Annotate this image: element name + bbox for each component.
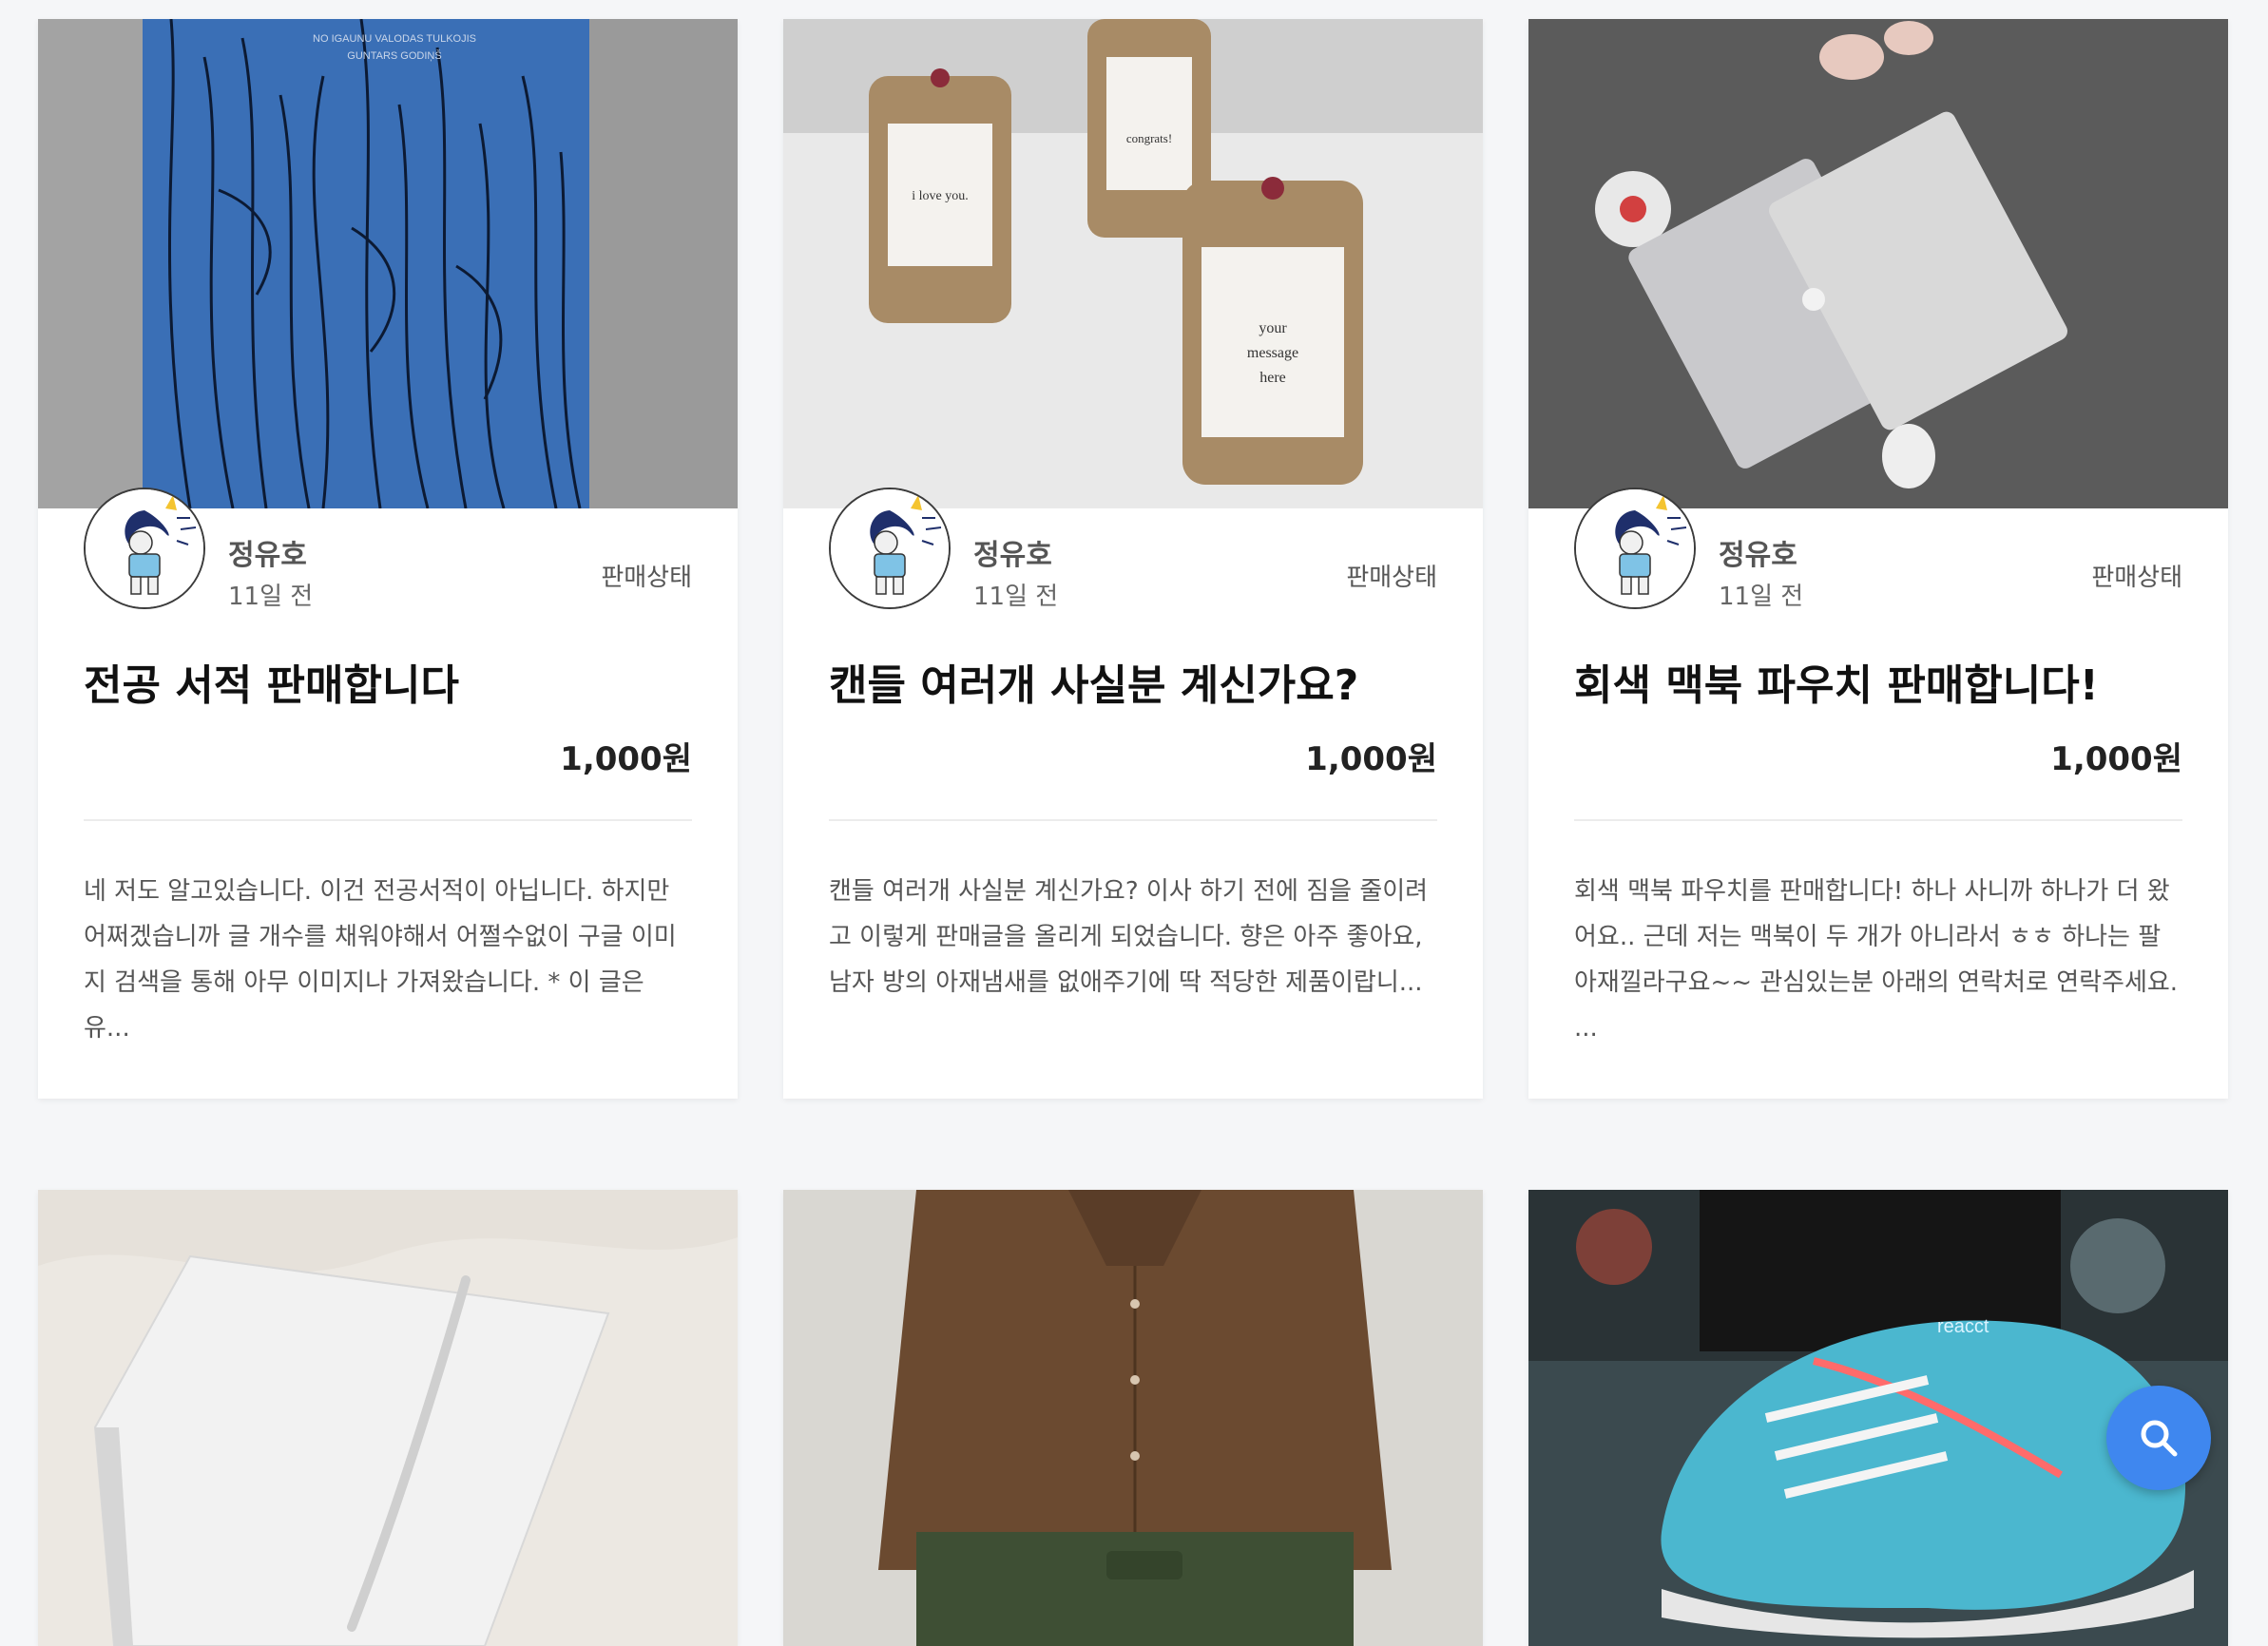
product-description: 네 저도 알고있습니다. 이건 전공서적이 아닙니다. 하지만 어쩌겠습니까 글… (84, 877, 677, 1043)
candle-label: your (1259, 320, 1287, 336)
author-info: 정유호 11일 전 (1719, 531, 1803, 612)
divider (829, 819, 1437, 821)
product-card[interactable]: 정유호 11일 전 판매상태 회색 맥북 파우치 판매합니다! 1,000원 회… (1528, 19, 2228, 1099)
product-image[interactable]: NO IGAUNU VALODAS TULKOJIS GUNTARS GODIŅ… (38, 19, 738, 508)
product-image[interactable]: i love you. congrats! your message here (783, 19, 1483, 508)
post-time: 11일 전 (228, 583, 314, 611)
author-name: 정유호 (1719, 539, 1797, 572)
author-info: 정유호 11일 전 (228, 531, 313, 612)
product-price: 1,000원 (2050, 740, 2182, 778)
author-name: 정유호 (973, 539, 1052, 572)
product-card[interactable] (38, 1190, 738, 1646)
product-image[interactable] (783, 1190, 1483, 1646)
candle-label: i love you. (912, 189, 969, 203)
product-image[interactable] (38, 1190, 738, 1646)
author-info: 정유호 11일 전 (973, 531, 1058, 612)
product-card[interactable] (783, 1190, 1483, 1646)
post-time: 11일 전 (1719, 583, 1804, 611)
author-name: 정유호 (228, 539, 307, 572)
sale-status: 판매상태 (2091, 564, 2182, 592)
search-fab[interactable] (2106, 1386, 2211, 1490)
avatar[interactable] (829, 488, 951, 609)
product-card[interactable]: NO IGAUNU VALODAS TULKOJIS GUNTARS GODIŅ… (38, 19, 738, 1099)
sale-status: 판매상태 (601, 564, 692, 592)
product-description: 회색 맥북 파우치를 판매합니다! 하나 사니까 하나가 더 왔어요.. 근데 … (1574, 877, 2179, 1043)
divider (84, 819, 692, 821)
avatar[interactable] (1574, 488, 1696, 609)
book-cover-text: GUNTARS GODIŅŠ (347, 49, 441, 62)
book-cover-text: NO IGAUNU VALODAS TULKOJIS (313, 33, 476, 45)
product-grid: NO IGAUNU VALODAS TULKOJIS GUNTARS GODIŅ… (38, 19, 2228, 1646)
post-time: 11일 전 (973, 583, 1059, 611)
shoe-text: reacct (1937, 1316, 1989, 1337)
product-image[interactable] (1528, 19, 2228, 508)
search-icon (2141, 1420, 2178, 1457)
product-price: 1,000원 (1305, 740, 1437, 778)
candle-label: here (1259, 370, 1286, 386)
candle-label: congrats! (1126, 131, 1172, 145)
product-price: 1,000원 (560, 740, 692, 778)
sale-status: 판매상태 (1346, 564, 1437, 592)
candle-label: message (1247, 345, 1298, 361)
product-description: 캔들 여러개 사실분 계신가요? 이사 하기 전에 짐을 줄이려고 이렇게 판매… (829, 877, 1429, 997)
product-card[interactable]: i love you. congrats! your message here (783, 19, 1483, 1099)
divider (1574, 819, 2182, 821)
avatar[interactable] (84, 488, 205, 609)
